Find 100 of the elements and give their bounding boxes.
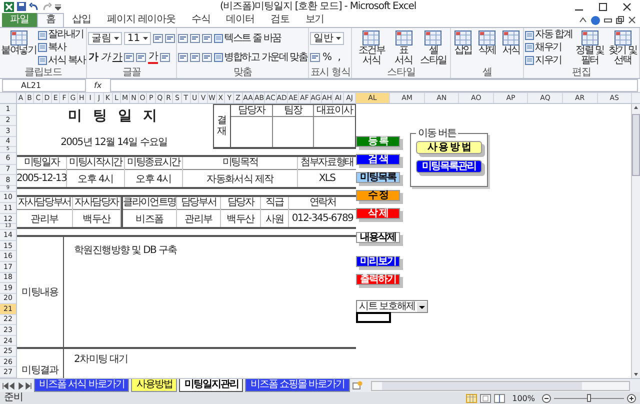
- table-icon: [362, 30, 380, 46]
- ribbon-button[interactable]: 복사: [38, 42, 66, 54]
- ribbon-tab[interactable]: 홈: [36, 13, 64, 27]
- ribbon-button[interactable]: 텍스트 줄 바꿈: [214, 32, 281, 44]
- format-button[interactable]: 가: [112, 52, 122, 64]
- ribbon-button[interactable]: 삭제: [476, 29, 498, 67]
- toolbar-icon[interactable]: [202, 53, 212, 62]
- ribbon-button[interactable]: 자동 합계: [525, 29, 572, 42]
- section-label: 미팅내용: [17, 237, 64, 347]
- table-cell-text: 비즈폼: [134, 212, 164, 226]
- toolbar-icon[interactable]: [190, 53, 200, 62]
- ribbon-button[interactable]: 삽입: [452, 29, 474, 67]
- group-label: 클립보드: [23, 67, 63, 78]
- table-cell-text: 백두산: [82, 212, 112, 226]
- maximize-icon[interactable]: [598, 2, 608, 12]
- minimize-icon[interactable]: [604, 16, 612, 24]
- macro-button[interactable]: 출력하기: [356, 274, 400, 285]
- toolbar-icon[interactable]: [124, 53, 134, 62]
- macro-button[interactable]: 미팅목록관리: [416, 160, 482, 173]
- collapse-ribbon-icon[interactable]: [579, 16, 587, 24]
- ribbon-button[interactable]: 잘라내기: [38, 29, 84, 42]
- close-icon[interactable]: [628, 16, 636, 24]
- group-label: 맞춤: [232, 67, 254, 78]
- horizontal-scrollbar[interactable]: [370, 380, 630, 390]
- restore-icon[interactable]: [616, 16, 624, 24]
- toolbar-icon[interactable]: [136, 53, 146, 62]
- ribbon-button[interactable]: 붙여넣기: [1, 29, 36, 67]
- macro-button[interactable]: 삭 제: [356, 208, 400, 219]
- page-layout-icon[interactable]: [480, 394, 492, 402]
- macro-button[interactable]: 내용삭제: [356, 232, 400, 243]
- new-sheet-icon[interactable]: [352, 381, 363, 390]
- ribbon-button[interactable]: 지우기: [525, 54, 562, 67]
- toolbar-icon[interactable]: [165, 34, 176, 43]
- ribbon-button[interactable]: 표 서식: [391, 29, 416, 67]
- toolbar-icon[interactable]: [178, 34, 188, 43]
- undo-icon[interactable]: [29, 2, 39, 11]
- spreadsheet-logo-icon[interactable]: [4, 2, 14, 12]
- toolbar-icon[interactable]: [178, 53, 188, 62]
- ribbon-button[interactable]: 서식: [500, 29, 522, 67]
- table-cell-text: 관리부: [184, 212, 214, 226]
- sheet-navigation-icon[interactable]: [2, 382, 32, 390]
- table-icon: [10, 30, 28, 46]
- ribbon-button[interactable]: 찾기 및 선택: [607, 29, 638, 67]
- macro-button[interactable]: 사 용 방 법: [416, 141, 482, 154]
- macro-button[interactable]: 검 색: [356, 154, 400, 165]
- toolbar-icon[interactable]: [160, 53, 170, 62]
- name-box[interactable]: AL21: [2, 79, 86, 92]
- toolbar-icon[interactable]: [202, 34, 212, 43]
- ribbon-button[interactable]: 채우기: [525, 42, 562, 54]
- ribbon-tab[interactable]: 수식: [183, 13, 218, 27]
- format-button[interactable]: 가: [88, 52, 98, 64]
- dropdown-field[interactable]: 굴림: [88, 32, 122, 45]
- list-icon: [214, 34, 224, 43]
- zoom-level[interactable]: 100%: [508, 394, 539, 402]
- ribbon-button[interactable]: 병합하고 가운데 맞춤: [214, 52, 308, 64]
- list-icon: [214, 53, 224, 62]
- form-title: 미 팅 일 지: [68, 108, 160, 124]
- sheet-protect-dropdown[interactable]: 시트 보호해제: [356, 300, 428, 313]
- dropdown-field[interactable]: 11: [124, 32, 152, 45]
- sheet-tab[interactable]: 비즈폼 서식 바로가기: [34, 379, 130, 392]
- macro-button[interactable]: 미팅목록: [356, 172, 400, 183]
- formula-input[interactable]: [110, 79, 638, 92]
- page-break-icon[interactable]: [494, 394, 506, 402]
- toolbar-icon[interactable]: [190, 34, 200, 43]
- sheet-tab[interactable]: 미팅일지관리: [179, 379, 244, 392]
- zoom-slider-thumb[interactable]: [587, 394, 591, 402]
- customize-caret-icon[interactable]: [55, 2, 61, 10]
- close-icon[interactable]: [622, 2, 632, 12]
- dropdown-field[interactable]: 일반: [310, 32, 344, 45]
- table-icon: [580, 30, 599, 46]
- format-button[interactable]: %: [322, 52, 332, 64]
- ribbon-tab[interactable]: 검토: [262, 13, 298, 27]
- save-icon[interactable]: [17, 2, 26, 11]
- toolbar-icon[interactable]: [310, 53, 320, 62]
- zoom-out-icon[interactable]: [542, 394, 551, 402]
- file-tab[interactable]: 파일: [2, 13, 37, 27]
- table-cell-text: 012-345-6789: [290, 212, 354, 226]
- table-cell-text: 백두산: [226, 212, 256, 226]
- toolbar-icon[interactable]: [153, 34, 164, 43]
- format-button[interactable]: ,: [334, 52, 344, 64]
- zoom-in-icon[interactable]: [627, 394, 636, 402]
- ribbon-tab[interactable]: 데이터: [218, 13, 262, 27]
- format-button[interactable]: 가: [100, 52, 110, 64]
- ribbon-button[interactable]: 조건부 서식: [353, 29, 390, 67]
- ribbon-tab[interactable]: 보기: [297, 13, 332, 27]
- ribbon-button[interactable]: 서식 복사: [38, 54, 86, 67]
- format-button[interactable]: 가: [148, 52, 158, 64]
- ribbon-button[interactable]: 셀 스타일: [418, 29, 450, 67]
- macro-button[interactable]: 등 록: [356, 136, 400, 147]
- scroll-thumb[interactable]: [632, 114, 640, 176]
- macro-button[interactable]: 수 정: [356, 190, 400, 201]
- ribbon-tab[interactable]: 삽입: [64, 13, 100, 27]
- help-icon[interactable]: [591, 16, 600, 24]
- sheet-tab[interactable]: 사용방법: [131, 379, 178, 392]
- ribbon-button[interactable]: 정렬 및 필터: [574, 29, 606, 67]
- ribbon-tab[interactable]: 페이지 레이아웃: [99, 13, 184, 27]
- insert-function-button[interactable]: fx: [90, 81, 106, 90]
- macro-button[interactable]: 미리보기: [356, 256, 400, 267]
- sheet-tab[interactable]: 비즈폼 쇼핑몰 바로가기: [245, 379, 350, 392]
- cell-selection[interactable]: [356, 312, 391, 323]
